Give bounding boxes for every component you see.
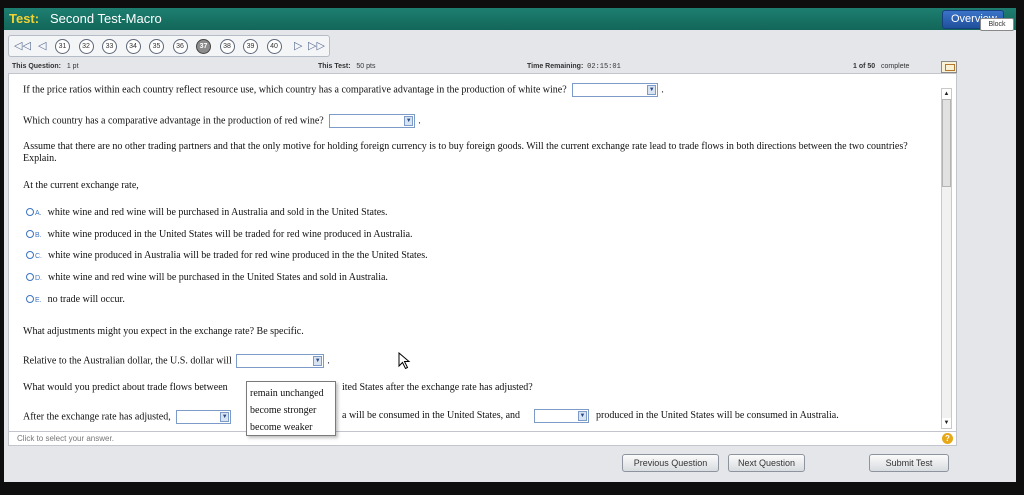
radio-button[interactable]	[26, 208, 34, 216]
exam-window: Test: Second Test-Macro Overview Block ◁…	[4, 8, 1016, 482]
question-4: At the current exchange rate,	[23, 180, 139, 191]
answer-option[interactable]: A. white wine and red wine will be purcha…	[26, 207, 388, 220]
dropdown-option[interactable]: remain unchanged	[247, 385, 335, 402]
block-tooltip: Block	[980, 18, 1014, 31]
question-7: What would you predict about trade flows…	[23, 382, 533, 393]
help-icon[interactable]: ?	[942, 433, 953, 444]
chevron-down-icon: ▼	[647, 85, 657, 95]
dropdown-options-popup: remain unchanged become stronger become we…	[246, 381, 336, 436]
white-wine-dropdown[interactable]: ▼	[572, 83, 659, 97]
question-number-32[interactable]: 32	[78, 39, 94, 54]
consumed-dropdown-1[interactable]: ▼	[176, 410, 232, 424]
info-row: This Question: 1 pt This Test: 50 pts Ti…	[9, 61, 958, 73]
radio-button[interactable]	[26, 251, 34, 259]
question-2: Which country has a comparative advantag…	[23, 114, 421, 128]
question-number-31[interactable]: 31	[55, 39, 70, 54]
option-letter: C.	[35, 253, 42, 260]
progress-info: 1 of 50 complete	[853, 63, 910, 70]
red-wine-dropdown[interactable]: ▼	[329, 114, 416, 128]
option-letter: E.	[35, 297, 42, 304]
question-8: After the exchange rate has adjusted, ▼ …	[23, 409, 839, 424]
radio-button[interactable]	[26, 295, 34, 303]
first-question-icon[interactable]: ◁◁	[14, 40, 31, 53]
question-1: If the price ratios within each country …	[23, 83, 664, 97]
question-3: Assume that there are no other trading p…	[23, 141, 908, 164]
option-text: white wine produced in the United States…	[47, 229, 413, 240]
question-number-38[interactable]: 38	[219, 39, 235, 54]
chevron-down-icon: ▼	[404, 116, 414, 126]
radio-button[interactable]	[26, 273, 34, 281]
option-letter: B.	[35, 232, 42, 239]
time-remaining: Time Remaining: 02:15:01	[527, 63, 621, 71]
previous-question-button[interactable]: Previous Question	[622, 454, 719, 472]
option-text: white wine and red wine will be purchase…	[47, 207, 388, 218]
question-panel: If the price ratios within each country …	[8, 73, 957, 432]
question-number-40[interactable]: 40	[266, 39, 282, 54]
scroll-thumb[interactable]	[942, 99, 951, 187]
option-letter: D.	[35, 275, 42, 282]
next-question-icon[interactable]: ▷	[294, 40, 302, 53]
option-text: white wine and red wine will be purchase…	[48, 272, 388, 283]
submit-test-button[interactable]: Submit Test	[869, 454, 949, 472]
question-6: Relative to the Australian dollar, the U…	[23, 354, 330, 368]
status-hint: Click to select your answer.	[17, 434, 114, 443]
test-name: Second Test-Macro	[50, 11, 162, 26]
option-letter: A.	[35, 210, 42, 217]
answer-option[interactable]: D. white wine and red wine will be purcha…	[26, 272, 388, 285]
answer-option[interactable]: C. white wine produced in Australia will …	[26, 250, 428, 263]
question-number-36[interactable]: 36	[172, 39, 188, 54]
vertical-scrollbar[interactable]: ▲ ▼	[941, 88, 952, 429]
question-navigator: ◁◁ ◁ 31 32 33 34 35 36 37 38 39 40 ▷ ▷▷	[8, 35, 330, 57]
answer-option[interactable]: B. white wine produced in the United Stat…	[26, 229, 413, 242]
question-number-37[interactable]: 37	[196, 39, 211, 54]
this-test-info: This Test: 50 pts	[318, 63, 376, 70]
chevron-down-icon: ▼	[220, 412, 230, 422]
consumed-dropdown-2[interactable]: ▼	[534, 409, 589, 423]
test-label: Test:	[9, 11, 40, 26]
status-bar: Click to select your answer. ?	[8, 432, 957, 446]
scroll-down-icon[interactable]: ▼	[942, 418, 951, 428]
title-bar: Test: Second Test-Macro Overview	[4, 8, 1016, 30]
question-number-35[interactable]: 35	[149, 39, 164, 54]
previous-question-icon[interactable]: ◁	[38, 40, 46, 53]
dropdown-option[interactable]: become stronger	[247, 402, 335, 419]
chevron-down-icon: ▼	[313, 356, 323, 366]
expand-window-icon[interactable]	[941, 61, 957, 73]
dollar-direction-dropdown[interactable]: ▼	[236, 354, 325, 368]
question-number-39[interactable]: 39	[243, 39, 258, 54]
last-question-icon[interactable]: ▷▷	[308, 40, 325, 53]
this-question-info: This Question: 1 pt	[12, 63, 79, 70]
question-5: What adjustments might you expect in the…	[23, 326, 304, 337]
option-text: white wine produced in Australia will be…	[48, 250, 428, 261]
next-question-button[interactable]: Next Question	[728, 454, 805, 472]
option-text: no trade will occur.	[47, 294, 125, 305]
question-number-34[interactable]: 34	[125, 39, 141, 54]
question-number-33[interactable]: 33	[102, 39, 117, 54]
dropdown-option[interactable]: become weaker	[247, 419, 335, 436]
answer-option[interactable]: E. no trade will occur.	[26, 294, 125, 307]
chevron-down-icon: ▼	[578, 411, 587, 421]
scroll-up-icon[interactable]: ▲	[942, 89, 951, 99]
radio-button[interactable]	[26, 230, 34, 238]
